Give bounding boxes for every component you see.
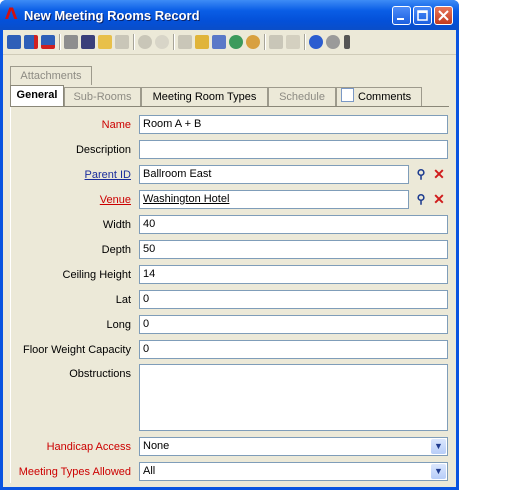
handicap-access-value: None — [143, 440, 170, 452]
floor-weight-field[interactable]: 0 — [139, 340, 448, 359]
info-icon[interactable] — [326, 35, 340, 49]
tab-label: Sub-Rooms — [73, 91, 132, 103]
lat-field[interactable]: 0 — [139, 290, 448, 309]
toolbar-separator — [264, 34, 266, 50]
parent-id-field[interactable]: Ballroom East — [139, 165, 409, 184]
chevron-down-icon[interactable]: ▼ — [431, 464, 446, 479]
tab-label: General — [16, 89, 58, 101]
save-close-icon[interactable] — [41, 35, 55, 49]
tab-label: Attachments — [20, 70, 82, 82]
toolbar-separator — [173, 34, 175, 50]
delete-icon[interactable] — [155, 35, 169, 49]
refresh-icon[interactable] — [229, 35, 243, 49]
lat-label: Lat — [115, 294, 131, 306]
comment-icon — [341, 88, 354, 102]
toolbar-separator — [304, 34, 306, 50]
maximize-icon — [417, 10, 428, 21]
ceiling-height-value: 14 — [143, 268, 156, 280]
handicap-access-label: Handicap Access — [46, 441, 131, 453]
save-new-icon[interactable] — [24, 35, 38, 49]
venue-field[interactable]: Washington Hotel — [139, 190, 409, 209]
width-field[interactable]: 40 — [139, 215, 448, 234]
tab-comments[interactable]: Comments — [336, 87, 422, 106]
tab-sub-rooms[interactable]: Sub-Rooms — [64, 87, 141, 106]
tab-general[interactable]: General — [10, 85, 64, 106]
forward-icon[interactable] — [138, 35, 152, 49]
record-window: Λ New Meeting Rooms Record Attachments G… — [0, 0, 459, 490]
floor-weight-label: Floor Weight Capacity — [22, 344, 131, 356]
obstructions-label: Obstructions — [69, 368, 131, 380]
general-panel: Name Room A + B Description Parent ID Ba… — [10, 107, 450, 483]
width-value: 40 — [143, 218, 156, 230]
venue-value: Washington Hotel — [143, 193, 230, 205]
help-icon[interactable] — [309, 35, 323, 49]
ceiling-height-field[interactable]: 14 — [139, 265, 448, 284]
toolbar-overflow-icon[interactable] — [344, 35, 350, 49]
parent-id-label[interactable]: Parent ID — [1, 168, 131, 182]
copy-icon[interactable] — [178, 35, 192, 49]
print-icon[interactable] — [64, 35, 78, 49]
name-label: Name — [101, 119, 131, 131]
width-label: Width — [102, 219, 131, 231]
clear-icon[interactable]: ✕ — [431, 191, 447, 207]
obstructions-textarea[interactable] — [139, 364, 448, 431]
link-icon[interactable] — [269, 35, 283, 49]
long-value: 0 — [143, 318, 150, 330]
tab-attachments[interactable]: Attachments — [10, 66, 92, 85]
lat-value: 0 — [143, 293, 150, 305]
window-client-area: Attachments General Sub-Rooms Meeting Ro… — [3, 30, 456, 487]
tab-label: Meeting Room Types — [152, 91, 257, 103]
toolbar-separator — [59, 34, 61, 50]
meeting-types-value: All — [143, 465, 156, 477]
binoculars-icon[interactable]: ⚲ — [413, 191, 429, 207]
long-field[interactable]: 0 — [139, 315, 448, 334]
report-icon[interactable] — [195, 35, 209, 49]
title-bar[interactable]: Λ New Meeting Rooms Record — [0, 0, 459, 30]
list-icon[interactable] — [115, 35, 129, 49]
depth-value: 50 — [143, 243, 156, 255]
floor-weight-value: 0 — [143, 343, 150, 355]
close-icon — [438, 10, 449, 21]
tab-schedule[interactable]: Schedule — [268, 87, 336, 106]
close-button[interactable] — [434, 6, 453, 25]
handicap-access-select[interactable]: None ▼ — [139, 437, 448, 456]
find-icon[interactable] — [81, 35, 95, 49]
window-title: New Meeting Rooms Record — [24, 8, 200, 23]
chevron-down-icon[interactable]: ▼ — [431, 439, 446, 454]
meeting-types-select[interactable]: All ▼ — [139, 462, 448, 481]
tab-label: Comments — [358, 91, 412, 103]
ceiling-height-label: Ceiling Height — [62, 269, 131, 281]
long-label: Long — [106, 319, 131, 331]
tab-label: Schedule — [279, 91, 325, 103]
name-field[interactable]: Room A + B — [139, 115, 448, 134]
tab-meeting-room-types[interactable]: Meeting Room Types — [141, 87, 268, 106]
venue-label[interactable]: Venue — [1, 193, 131, 207]
clear-icon[interactable]: ✕ — [431, 166, 447, 182]
note-icon[interactable] — [286, 35, 300, 49]
description-label: Description — [75, 144, 131, 156]
binoculars-icon[interactable]: ⚲ — [413, 166, 429, 182]
depth-field[interactable]: 50 — [139, 240, 448, 259]
description-field[interactable] — [139, 140, 448, 159]
parent-id-value: Ballroom East — [143, 168, 212, 180]
toolbar-separator — [133, 34, 135, 50]
maximize-button[interactable] — [413, 6, 432, 25]
merge-icon[interactable] — [212, 35, 226, 49]
open-folder-icon[interactable] — [98, 35, 112, 49]
minimize-button[interactable] — [392, 6, 411, 25]
minimize-icon — [397, 18, 404, 20]
meeting-types-label: Meeting Types Allowed — [18, 466, 131, 478]
settings-icon[interactable] — [246, 35, 260, 49]
toolbar — [3, 30, 456, 55]
name-value: Room A + B — [143, 118, 202, 130]
save-icon[interactable] — [7, 35, 21, 49]
depth-label: Depth — [101, 244, 131, 256]
app-logo-icon: Λ — [5, 4, 18, 23]
